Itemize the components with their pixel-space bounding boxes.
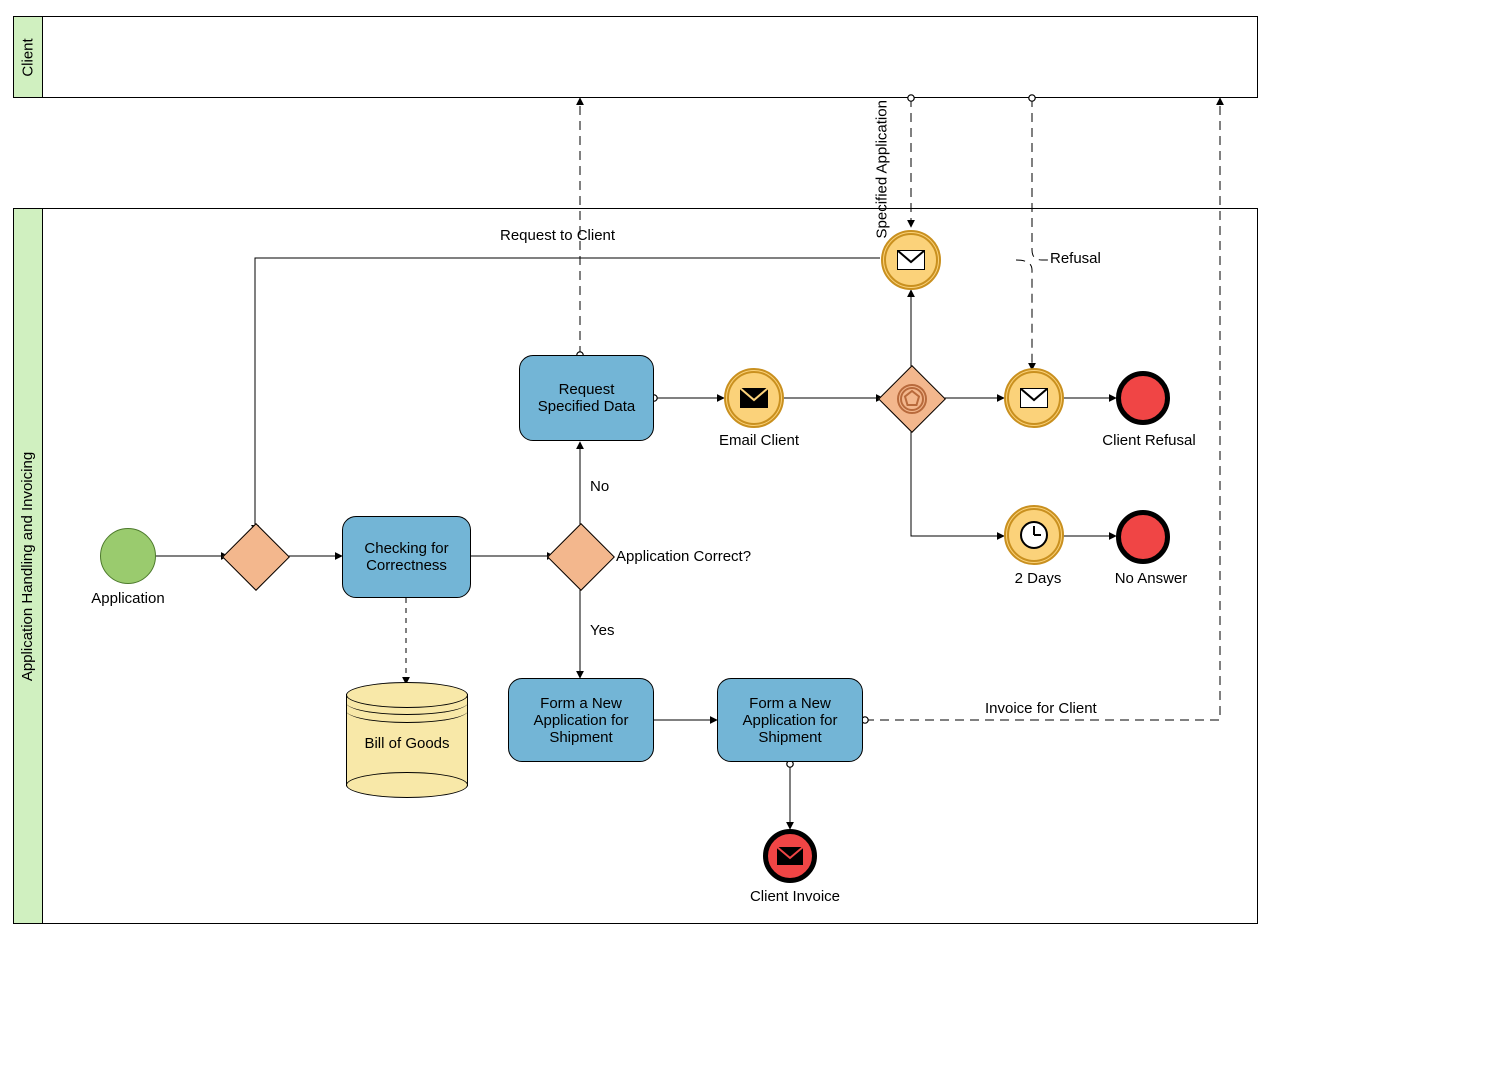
event-msg-received — [881, 230, 941, 290]
event-email-client — [724, 368, 784, 428]
msg-refusal-label: Refusal — [1050, 250, 1130, 267]
envelope-icon — [897, 250, 925, 270]
end-no-answer — [1116, 510, 1170, 564]
event-email-client-label: Email Client — [714, 432, 804, 449]
task-request-text: Request Specified Data — [530, 381, 643, 415]
pool-client-title: Client — [20, 38, 37, 76]
envelope-icon — [777, 847, 803, 865]
branch-no-label: No — [590, 478, 622, 495]
start-event-label: Application — [75, 590, 181, 607]
end-client-invoice-label: Client Invoice — [740, 888, 850, 905]
gateway-app-correct-label: Application Correct? — [616, 548, 786, 565]
task-form1-text: Form a New Application for Shipment — [519, 695, 643, 746]
msg-invoice-label: Invoice for Client — [985, 700, 1145, 717]
end-no-answer-label: No Answer — [1106, 570, 1196, 587]
pentagon-icon — [889, 376, 935, 422]
event-refusal — [1004, 368, 1064, 428]
bpmn-diagram: Client Application Handling and Invoicin… — [0, 0, 1500, 1072]
task-form-shipment-2: Form a New Application for Shipment — [717, 678, 863, 762]
data-store-bill-of-goods: Bill of Goods — [346, 682, 468, 798]
envelope-icon — [740, 388, 768, 408]
pool-app-label: Application Handling and Invoicing — [14, 209, 43, 923]
msg-request-label: Request to Client — [500, 227, 660, 244]
start-event-application — [100, 528, 156, 584]
envelope-icon — [1020, 388, 1048, 408]
pool-client-label: Client — [14, 17, 43, 97]
task-request-specified-data: Request Specified Data — [519, 355, 654, 441]
msg-spec-app-label: Specified Application — [874, 79, 891, 239]
task-checking-correctness: Checking for Correctness — [342, 516, 471, 598]
data-store-label: Bill of Goods — [346, 735, 468, 752]
clock-icon — [1019, 520, 1049, 550]
pool-app: Application Handling and Invoicing — [13, 208, 1258, 924]
task-form2-text: Form a New Application for Shipment — [728, 695, 852, 746]
event-timer-label: 2 Days — [1008, 570, 1068, 587]
task-checking-text: Checking for Correctness — [353, 540, 460, 574]
end-client-refusal-label: Client Refusal — [1096, 432, 1202, 449]
pool-client: Client — [13, 16, 1258, 98]
end-client-invoice — [763, 829, 817, 883]
branch-yes-label: Yes — [590, 622, 630, 639]
event-timer-2days — [1004, 505, 1064, 565]
pool-app-title: Application Handling and Invoicing — [20, 451, 37, 680]
end-client-refusal — [1116, 371, 1170, 425]
task-form-shipment-1: Form a New Application for Shipment — [508, 678, 654, 762]
